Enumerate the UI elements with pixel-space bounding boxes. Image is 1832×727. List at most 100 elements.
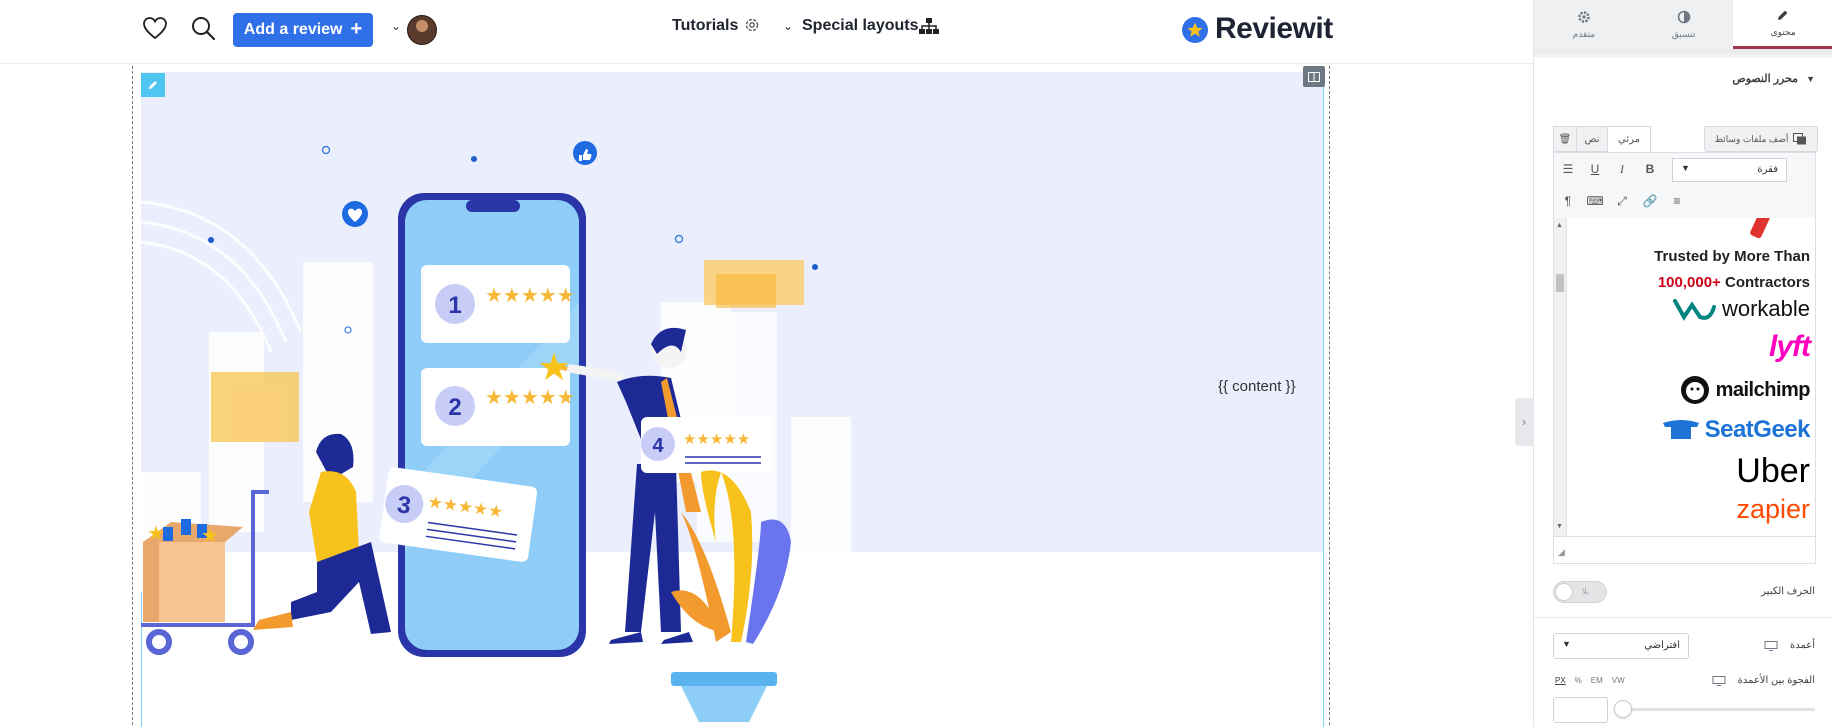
logo-seatgeek: SeatGeek bbox=[1661, 416, 1811, 444]
columns-select-value: افتراضي bbox=[1644, 640, 1680, 651]
chevron-down-icon[interactable]: ⌄ bbox=[783, 19, 793, 33]
drop-cap-toggle[interactable]: بلا bbox=[1553, 581, 1607, 603]
editor-content-area[interactable]: ▲ ▼ Trusted by More Than 100,000+ Contra… bbox=[1553, 218, 1816, 537]
link-icon[interactable]: 🔗 bbox=[1641, 192, 1659, 210]
nav-tutorials[interactable]: Tutorials bbox=[672, 17, 738, 35]
logo-star-icon bbox=[1182, 17, 1208, 43]
svg-text:★★★★★: ★★★★★ bbox=[683, 430, 750, 448]
toggle-off-text: بلا bbox=[1582, 587, 1589, 596]
section-toggle[interactable]: ▼ محرر النصوص bbox=[1732, 72, 1815, 85]
add-review-button[interactable]: Add a review + bbox=[233, 13, 373, 47]
columns-label: أعمدة bbox=[1789, 640, 1815, 651]
tab-content-label: محتوى bbox=[1770, 27, 1796, 37]
desktop-icon[interactable] bbox=[1764, 640, 1778, 651]
paragraph-icon[interactable]: ¶ bbox=[1559, 192, 1577, 210]
columns-gap-control-label: الفجوة بين الأعمدة bbox=[1712, 675, 1815, 686]
add-media-label: أضف ملفات وسائط bbox=[1714, 133, 1789, 144]
column-handle-icon[interactable] bbox=[1303, 66, 1325, 87]
unit-px[interactable]: PX bbox=[1555, 676, 1566, 685]
content-placeholder: {{ content }} bbox=[1218, 378, 1296, 395]
red-shape-image bbox=[1749, 218, 1773, 240]
scrollbar-thumb[interactable] bbox=[1556, 274, 1564, 292]
tab-content[interactable]: محتوى bbox=[1733, 0, 1832, 49]
unit-vw[interactable]: VW bbox=[1612, 676, 1625, 685]
tab-text[interactable]: نص bbox=[1576, 126, 1608, 152]
illustration-number: 4 bbox=[652, 435, 664, 457]
media-icon bbox=[1793, 133, 1807, 145]
chevron-down-icon: ▼ bbox=[1681, 163, 1690, 173]
scroll-up-arrow-icon[interactable]: ▲ bbox=[1556, 222, 1563, 229]
hero-illustration: 1 ★★★★★ 2 ★★★★★ ★ 4 ★★★★★ 3 ★★★★★ ★ ★ bbox=[141, 141, 851, 722]
sitemap-icon bbox=[918, 17, 940, 40]
site-header: Add a review + ⌄ Tutorials ⌄ Special lay… bbox=[0, 0, 1533, 64]
editor-toolbar: ▼ فقرة ☰ U I B ¶ ⌨ ⤢ 🔗 ≡ bbox=[1553, 152, 1816, 220]
editor-resize-handle[interactable]: ◢ bbox=[1553, 537, 1816, 564]
logo-workable: workable bbox=[1672, 296, 1810, 322]
page-canvas: Add a review + ⌄ Tutorials ⌄ Special lay… bbox=[0, 0, 1533, 727]
underline-icon[interactable]: U bbox=[1586, 160, 1604, 178]
slider-handle[interactable] bbox=[1614, 700, 1632, 718]
tab-style[interactable]: تنسيق bbox=[1634, 0, 1734, 49]
editor-heading: Trusted by More Than bbox=[1654, 248, 1810, 265]
subheading-rest: Contractors bbox=[1724, 274, 1810, 291]
desktop-icon[interactable] bbox=[1712, 675, 1726, 686]
svg-text:★: ★ bbox=[201, 523, 219, 547]
logo-lyft: lyft bbox=[1769, 330, 1811, 363]
format-select[interactable]: ▼ فقرة bbox=[1672, 158, 1787, 182]
search-icon[interactable] bbox=[189, 14, 217, 42]
svg-text:★: ★ bbox=[537, 345, 571, 389]
bullet-list-icon[interactable]: ☰ bbox=[1559, 160, 1577, 178]
seatgeek-mark-icon bbox=[1662, 420, 1699, 439]
contrast-icon bbox=[1677, 10, 1690, 23]
editor-subheading: 100,000+ Contractors bbox=[1658, 274, 1810, 291]
collapse-panel-chevron-icon[interactable]: › bbox=[1515, 398, 1533, 446]
unit-switcher: PX % EM VW bbox=[1555, 676, 1625, 685]
bold-icon[interactable]: B bbox=[1641, 160, 1659, 178]
scroll-down-arrow-icon[interactable]: ▼ bbox=[1556, 523, 1563, 530]
chevron-down-icon: ▼ bbox=[1562, 639, 1571, 649]
highlight-count: 100,000+ bbox=[1657, 274, 1721, 291]
resize-grip-icon[interactable]: ◢ bbox=[1558, 547, 1565, 558]
gear-icon bbox=[743, 16, 761, 39]
columns-control-label: أعمدة bbox=[1764, 640, 1815, 651]
section-caret-icon: ▼ bbox=[1806, 73, 1815, 84]
divider bbox=[1534, 617, 1832, 618]
pencil-icon bbox=[1778, 10, 1788, 20]
numbered-list-icon[interactable]: ≡ bbox=[1668, 192, 1686, 210]
tabs-shadow bbox=[1534, 49, 1832, 58]
scrollbar[interactable]: ▲ ▼ bbox=[1554, 218, 1567, 536]
heart-icon[interactable] bbox=[141, 14, 169, 42]
toggle-knob bbox=[1556, 584, 1572, 600]
svg-text:★★★★★: ★★★★★ bbox=[485, 283, 575, 307]
edit-widget-pencil-icon[interactable] bbox=[141, 73, 165, 97]
italic-icon[interactable]: I bbox=[1613, 160, 1631, 178]
panel-tabs: محتوى تنسيق متقدم bbox=[1534, 0, 1832, 49]
fullscreen-icon[interactable]: ⤢ bbox=[1613, 192, 1631, 210]
add-review-label: Add a review bbox=[243, 21, 343, 38]
site-logo[interactable]: Reviewit bbox=[1215, 12, 1333, 46]
workable-mark-icon bbox=[1672, 299, 1716, 321]
svg-text:★: ★ bbox=[147, 521, 165, 545]
columns-gap-slider[interactable] bbox=[1622, 708, 1815, 711]
columns-gap-label: الفجوة بين الأعمدة bbox=[1737, 675, 1815, 686]
keyboard-icon[interactable]: ⌨ bbox=[1586, 192, 1604, 210]
columns-gap-input[interactable] bbox=[1553, 697, 1608, 723]
add-media-button[interactable]: أضف ملفات وسائط bbox=[1704, 126, 1818, 152]
logo-mailchimp: mailchimp bbox=[1678, 373, 1811, 407]
logo-uber: Uber bbox=[1736, 452, 1810, 490]
tab-visual[interactable]: مرئي bbox=[1607, 126, 1651, 152]
tab-advanced[interactable]: متقدم bbox=[1534, 0, 1634, 49]
mailchimp-mark-icon bbox=[1680, 376, 1709, 404]
chevron-down-icon[interactable]: ⌄ bbox=[391, 19, 401, 33]
unit-em[interactable]: EM bbox=[1591, 676, 1603, 685]
nav-special-layouts[interactable]: Special layouts bbox=[802, 17, 919, 35]
avatar[interactable] bbox=[407, 15, 437, 45]
plus-icon: + bbox=[350, 18, 363, 40]
tab-style-label: تنسيق bbox=[1671, 28, 1696, 39]
editor-panel: محتوى تنسيق متقدم ▼ محرر النصوص أضف ملفا… bbox=[1533, 0, 1832, 727]
columns-select[interactable]: ▼ افتراضي bbox=[1553, 633, 1689, 659]
trash-icon[interactable]: 🗑 bbox=[1553, 126, 1577, 152]
section-title: محرر النصوص bbox=[1732, 73, 1799, 85]
illustration-number: 2 bbox=[448, 394, 461, 421]
unit-percent[interactable]: % bbox=[1575, 676, 1582, 685]
